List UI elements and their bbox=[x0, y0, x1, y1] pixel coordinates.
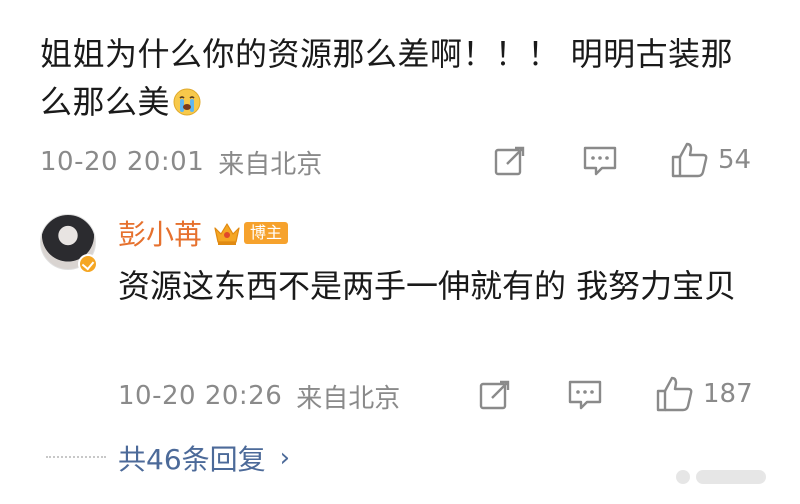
thumbs-up-icon bbox=[671, 142, 708, 178]
reply-share-button[interactable] bbox=[478, 378, 512, 412]
thumbs-up-icon bbox=[656, 376, 693, 412]
crying-face-icon bbox=[173, 88, 201, 116]
thread-divider bbox=[46, 456, 106, 458]
reply-author-name[interactable]: 彭小苒 bbox=[118, 213, 202, 253]
share-button[interactable] bbox=[493, 144, 527, 178]
share-icon bbox=[494, 146, 525, 176]
like-count: 54 bbox=[718, 145, 752, 175]
comment-time: 10-20 20:01 bbox=[40, 147, 205, 177]
reply-like-count: 187 bbox=[703, 379, 753, 409]
comment-text-block: 姐姐为什么你的资源那么差啊！！！ 明明古装那么那么美 bbox=[40, 30, 740, 126]
verified-badge-icon bbox=[78, 254, 98, 274]
reply-time: 10-20 20:26 bbox=[118, 381, 283, 411]
comment-location: 来自北京 bbox=[218, 149, 323, 180]
share-icon bbox=[479, 380, 510, 410]
reply-author-row: 彭小苒 博主 bbox=[118, 213, 289, 253]
comment-meta: 10-20 20:01 来自北京 bbox=[40, 142, 322, 182]
more-replies-link[interactable]: 共46条回复 › bbox=[118, 438, 290, 478]
comment-button[interactable] bbox=[582, 144, 618, 178]
crown-icon bbox=[214, 223, 240, 245]
reply-meta: 10-20 20:26 来自北京 bbox=[118, 376, 400, 416]
comment-text: 姐姐为什么你的资源那么差啊！！！ 明明古装那么那么美 bbox=[40, 35, 734, 121]
reply-comment-button[interactable] bbox=[567, 378, 603, 412]
more-replies-label: 共46条回复 bbox=[118, 443, 266, 476]
watermark bbox=[676, 466, 776, 488]
reply-like-button[interactable]: 187 bbox=[655, 375, 753, 413]
like-button[interactable]: 54 bbox=[670, 141, 751, 179]
reply-location: 来自北京 bbox=[296, 383, 401, 414]
comment-icon bbox=[568, 380, 602, 410]
reply-text: 资源这东西不是两手一伸就有的 我努力宝贝 bbox=[118, 267, 737, 305]
author-role-badge: 博主 bbox=[244, 222, 289, 244]
chevron-right-icon: › bbox=[279, 443, 291, 473]
comment-icon bbox=[583, 146, 617, 176]
